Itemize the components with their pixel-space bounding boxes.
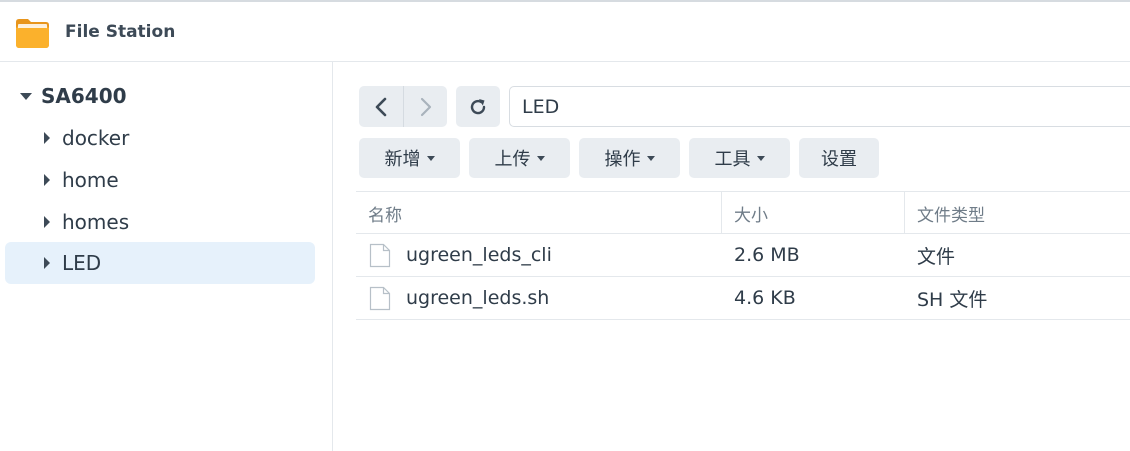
caret-right-icon[interactable] [44,216,50,228]
dropdown-arrow-icon [646,155,655,161]
table-row[interactable]: ugreen_leds_cli 2.6 MB 文件 [356,234,1130,277]
settings-button[interactable]: 设置 [799,138,879,178]
sidebar-item-label: home [62,168,119,192]
caret-right-icon[interactable] [44,174,50,186]
table-header: 名称 大小 文件类型 [356,191,1130,234]
tools-button[interactable]: 工具 [689,138,790,178]
column-header-size[interactable]: 大小 [734,192,768,234]
sidebar-item-homes[interactable]: homes [5,201,315,243]
sidebar-item-led[interactable]: LED [5,242,315,284]
column-divider[interactable] [904,192,905,234]
caret-right-icon[interactable] [44,257,50,269]
sidebar-item-docker[interactable]: docker [5,117,315,159]
column-divider[interactable] [721,192,722,234]
action-button-label: 操作 [604,149,641,170]
folder-icon [16,19,49,48]
caret-down-icon[interactable] [20,92,32,100]
caret-right-icon[interactable] [44,132,50,144]
column-header-type[interactable]: 文件类型 [917,192,985,234]
file-type: SH 文件 [917,288,988,311]
dropdown-arrow-icon [536,155,545,161]
sidebar: SA6400 docker home homes LED [0,62,333,451]
file-icon [369,243,391,268]
nav-group [359,86,447,127]
chevron-left-icon [375,97,387,116]
tools-button-label: 工具 [714,149,751,170]
upload-button[interactable]: 上传 [469,138,570,178]
forward-button[interactable] [403,86,447,127]
tree-root-sa6400[interactable]: SA6400 [20,84,127,108]
sidebar-item-home[interactable]: home [5,159,315,201]
upload-button-label: 上传 [494,149,531,170]
sidebar-item-label: docker [62,126,130,150]
file-size: 2.6 MB [734,244,800,266]
sidebar-item-label: LED [62,251,102,275]
create-button[interactable]: 新增 [359,138,460,178]
title-bar: File Station [0,0,1130,62]
chevron-right-icon [420,97,431,116]
path-bar[interactable]: LED [509,86,1130,127]
file-type: 文件 [917,245,956,268]
file-name: ugreen_leds.sh [406,287,550,309]
action-button[interactable]: 操作 [579,138,680,178]
file-table: 名称 大小 文件类型 ugreen_leds_cli 2.6 MB 文件 ugr… [356,191,1130,320]
file-size: 4.6 KB [734,287,796,309]
create-button-label: 新增 [384,149,421,170]
dropdown-arrow-icon [426,155,435,161]
app-title: File Station [65,22,176,42]
column-header-name[interactable]: 名称 [368,192,402,234]
settings-button-label: 设置 [821,149,857,170]
refresh-button[interactable] [456,86,500,127]
back-button[interactable] [359,86,403,127]
table-row[interactable]: ugreen_leds.sh 4.6 KB SH 文件 [356,277,1130,320]
refresh-icon [470,98,486,114]
tree-root-label: SA6400 [41,84,127,108]
dropdown-arrow-icon [756,155,765,161]
file-name: ugreen_leds_cli [406,244,552,266]
sidebar-item-label: homes [62,210,130,234]
file-icon [369,286,391,311]
